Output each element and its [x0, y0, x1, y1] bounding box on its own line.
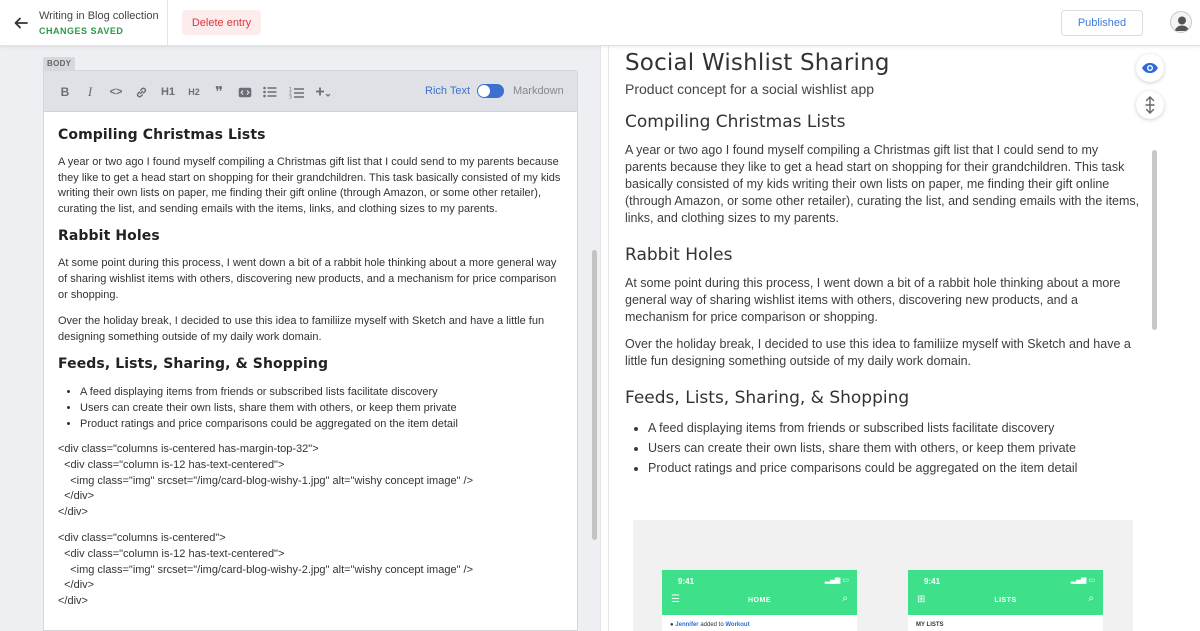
preview-list: A feed displaying items from friends or … [648, 418, 1141, 478]
toggle-knob [478, 85, 490, 97]
rich-text-mode-label[interactable]: Rich Text [425, 85, 470, 97]
feed-target: Workout [725, 622, 750, 628]
code-icon[interactable]: <> [107, 84, 125, 100]
preview-heading: Compiling Christmas Lists [625, 112, 846, 132]
preview-paragraph: Over the holiday break, I decided to use… [625, 337, 1131, 368]
editor-content[interactable]: Compiling Christmas Lists A year or two … [58, 127, 564, 620]
list-item: Users can create their own lists, share … [80, 400, 564, 416]
signal-battery-icon: ▂▄▆ ▭ [824, 577, 849, 584]
list-item: A feed displaying items from friends or … [80, 384, 564, 400]
signal-battery-icon: ▂▄▆ ▭ [1070, 577, 1095, 584]
editor-mode-toggle[interactable] [477, 84, 504, 98]
user-avatar-icon: ● [670, 622, 674, 628]
collection-title: Writing in Blog collection [39, 10, 159, 22]
editor-list: A feed displaying items from friends or … [80, 384, 564, 432]
preview-paragraph: At some point during this process, I wen… [625, 276, 1121, 324]
app-nav-title: LISTS [994, 597, 1017, 604]
quote-icon[interactable]: ❞ [211, 84, 227, 101]
feed-user: Jennifer [675, 622, 699, 628]
lists-section-label: MY LISTS [916, 622, 944, 628]
editor-toolbar: B I <> H1 H2 ❞ 123 Rich Text Markdown [44, 71, 577, 112]
feed-row: ● Jennifer added to Workout [670, 622, 750, 628]
back-arrow-icon[interactable] [10, 12, 32, 34]
rich-text-editor[interactable]: B I <> H1 H2 ❞ 123 Rich Text Markdown Co… [43, 70, 578, 631]
search-icon: ⌕ [842, 593, 848, 604]
editor-heading: Rabbit Holes [58, 228, 160, 245]
list-item: A feed displaying items from friends or … [648, 418, 1141, 438]
bulleted-list-icon[interactable] [262, 84, 278, 100]
app-nav-title: HOME [748, 597, 771, 604]
preview-heading: Rabbit Holes [625, 245, 733, 265]
save-status: CHANGES SAVED [39, 26, 124, 36]
editor-pane: BODY B I <> H1 H2 ❞ 123 Rich Text Markdo… [0, 46, 600, 631]
editor-paragraph: At some point during this process, I wen… [58, 257, 557, 301]
phone-mockup-lists: 9:41 ▂▄▆ ▭ ⊞ LISTS ⌕ MY LISTS [908, 570, 1103, 631]
top-bar: Writing in Blog collection CHANGES SAVED… [0, 0, 1200, 46]
editor-scrollbar[interactable] [592, 250, 597, 540]
bold-icon[interactable]: B [58, 84, 72, 100]
list-item: Product ratings and price comparisons co… [648, 458, 1141, 478]
app-header-bar: 9:41 ▂▄▆ ▭ ⊞ LISTS ⌕ [908, 570, 1103, 615]
sync-scroll-button[interactable] [1136, 91, 1164, 119]
preview-scrollbar[interactable] [1152, 150, 1157, 330]
list-item: Users can create their own lists, share … [648, 438, 1141, 458]
add-component-icon[interactable] [314, 84, 332, 100]
feed-action: added to [700, 622, 724, 628]
editor-heading: Compiling Christmas Lists [58, 127, 266, 143]
preview-paragraph: A year or two ago I found myself compili… [625, 143, 1140, 225]
app-header-bar: 9:41 ▂▄▆ ▭ ☰ HOME ⌕ [662, 570, 857, 615]
link-icon[interactable] [133, 84, 149, 100]
body-field-label: BODY [43, 57, 76, 70]
status-time: 9:41 [678, 577, 695, 586]
search-icon: ⌕ [1088, 593, 1094, 604]
sync-scroll-icon [1145, 96, 1155, 114]
preview-subtitle: Product concept for a social wishlist ap… [625, 81, 875, 97]
header-divider [167, 0, 168, 46]
html-snippet: <div class="columns is-centered has-marg… [58, 443, 474, 518]
svg-text:3: 3 [289, 94, 292, 99]
html-snippet: <div class="columns is-centered"> <div c… [58, 532, 474, 607]
preview-content: Social Wishlist Sharing Product concept … [625, 50, 1141, 478]
editor-paragraph: A year or two ago I found myself compili… [58, 156, 561, 215]
avatar[interactable] [1170, 11, 1192, 33]
editor-heading: Feeds, Lists, Sharing, & Shopping [58, 356, 329, 373]
pane-divider [600, 46, 601, 631]
delete-entry-button[interactable]: Delete entry [182, 10, 261, 35]
code-block-icon[interactable] [237, 84, 253, 100]
phone-mockup-home: 9:41 ▂▄▆ ▭ ☰ HOME ⌕ ● Jennifer added to … [662, 570, 857, 631]
italic-icon[interactable]: I [83, 84, 97, 100]
markdown-mode-label[interactable]: Markdown [513, 85, 564, 97]
list-item: Product ratings and price comparisons co… [80, 416, 564, 432]
toggle-preview-button[interactable] [1136, 54, 1164, 82]
wishy-concept-image: 9:41 ▂▄▆ ▭ ☰ HOME ⌕ ● Jennifer added to … [633, 520, 1133, 631]
published-button[interactable]: Published [1061, 10, 1143, 36]
editor-paragraph: Over the holiday break, I decided to use… [58, 315, 545, 343]
numbered-list-icon[interactable]: 123 [288, 84, 304, 100]
preview-heading: Feeds, Lists, Sharing, & Shopping [625, 388, 910, 408]
heading-1-icon[interactable]: H1 [159, 84, 177, 100]
preview-title: Social Wishlist Sharing [625, 50, 890, 76]
preview-pane: Social Wishlist Sharing Product concept … [608, 46, 1160, 631]
heading-2-icon[interactable]: H2 [185, 84, 203, 100]
eye-icon [1142, 63, 1158, 73]
status-time: 9:41 [924, 577, 941, 586]
